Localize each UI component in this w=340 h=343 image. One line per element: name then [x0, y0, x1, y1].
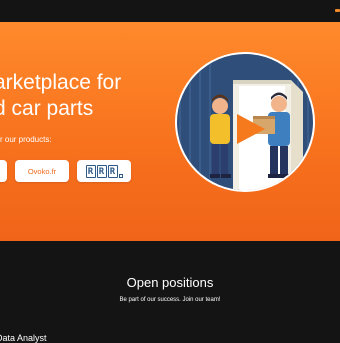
careers-section: [0, 241, 340, 340]
delivery-video-thumbnail[interactable]: [175, 52, 315, 192]
careers-subtitle: Be part of our success. Join our team!: [119, 297, 221, 303]
brand-pill-ovoko-label: Ovoko.fr: [27, 166, 57, 176]
brand-pill-partial[interactable]: [0, 160, 7, 182]
hero-section: arketplace for d car parts r our product…: [0, 22, 340, 241]
products-label: r our products:: [0, 135, 52, 144]
hero-title-line-1: arketplace for: [0, 71, 122, 94]
brand-pill-rrr[interactable]: RRR: [77, 160, 131, 182]
brand-pill-ovoko[interactable]: Ovoko.fr: [15, 160, 69, 182]
hero-title-line-2: d car parts: [0, 97, 94, 120]
hero-title: arketplace for d car parts: [0, 70, 194, 122]
top-navigation-bar: [0, 0, 340, 22]
open-positions-title: Open positions: [126, 275, 214, 290]
job-listing-title[interactable]: Data Analyst: [0, 333, 47, 343]
rrr-logo: RRR: [85, 164, 123, 178]
menu-link-fragment[interactable]: [335, 9, 340, 12]
